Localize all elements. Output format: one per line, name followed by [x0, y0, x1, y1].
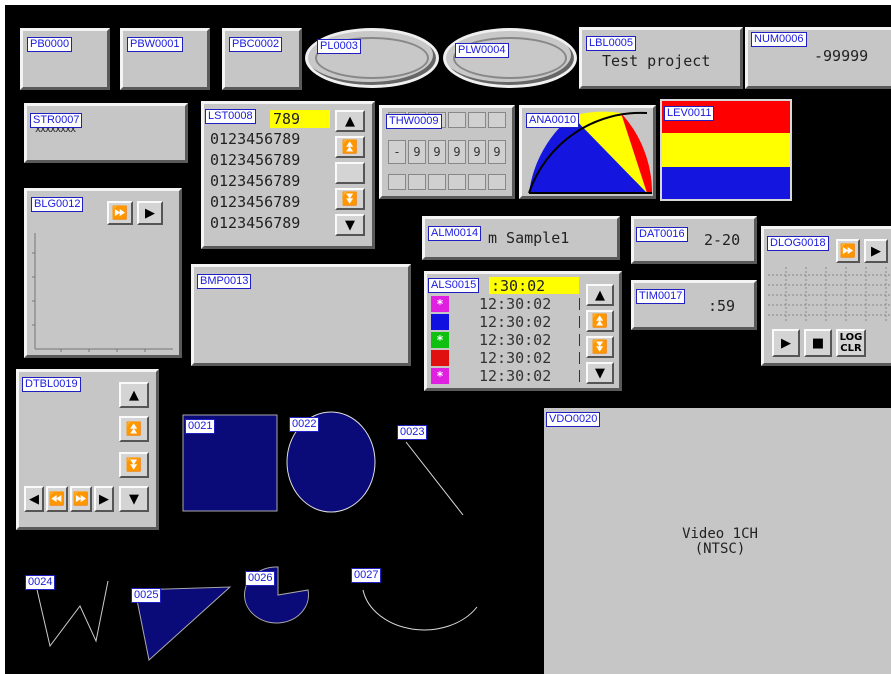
part-id-tag: 0027 — [351, 568, 382, 583]
time-display: :59 — [631, 280, 757, 330]
alarm-scroll-up-button[interactable]: ▲ — [586, 284, 614, 306]
video-line1: Video 1CH — [682, 526, 758, 542]
alarm-row-divider — [579, 298, 580, 310]
log-clear-line1: LOG — [839, 332, 863, 343]
part-id-tag: DAT0016 — [636, 227, 688, 242]
level-blue — [662, 166, 790, 199]
level-yellow — [662, 133, 790, 167]
part-id-tag: ALS0015 — [428, 278, 480, 293]
numeric-value: -99999 — [814, 47, 869, 65]
date-value: 2-20 — [704, 231, 741, 249]
log-play-button[interactable]: ▶ — [772, 329, 800, 357]
page-up-icon: ⏫ — [591, 313, 609, 329]
part-id-tag: 0025 — [131, 588, 162, 603]
log-clear-button[interactable]: LOG CLR — [836, 329, 866, 357]
label-text: Test project — [602, 52, 711, 70]
log-stop-button[interactable]: ■ — [804, 329, 832, 357]
alarm-row-divider — [579, 352, 580, 364]
part-id-tag: PL0003 — [317, 39, 361, 54]
part-id-tag: PBC0002 — [229, 37, 283, 52]
polyline-shape — [34, 580, 109, 648]
alarm-row-divider — [579, 370, 580, 382]
log-grid — [768, 267, 891, 323]
part-id-tag: LST0008 — [205, 109, 256, 124]
part-id-tag: ALM0014 — [428, 226, 482, 241]
log-forward-button[interactable]: ▶ — [864, 239, 888, 263]
up-icon: ▲ — [595, 287, 605, 303]
video-display: Video 1CH (NTSC) — [544, 408, 891, 674]
alarm-scroll-down-button[interactable]: ▼ — [586, 362, 614, 384]
part-id-tag: DTBL0019 — [22, 377, 81, 392]
alarm-page-down-button[interactable]: ⏬ — [586, 336, 614, 358]
part-id-tag: 0026 — [245, 571, 276, 586]
part-id-tag: 0022 — [289, 417, 320, 432]
part-id-tag: PBW0001 — [127, 37, 183, 52]
part-id-tag: PLW0004 — [455, 43, 509, 58]
fast-forward-icon: ⏩ — [839, 243, 857, 259]
log-clear-line2: CLR — [840, 343, 862, 354]
alarm-row-divider — [579, 316, 580, 328]
video-line2: (NTSC) — [694, 541, 746, 557]
down-icon: ▼ — [595, 365, 605, 381]
part-id-tag: VDO0020 — [546, 412, 601, 427]
part-id-tag: 0021 — [185, 419, 216, 434]
play-icon: ▶ — [781, 335, 791, 351]
log-fast-forward-button[interactable]: ⏩ — [836, 239, 860, 263]
part-id-tag: 0023 — [397, 425, 428, 440]
line-shape — [405, 441, 464, 516]
part-id-tag: PB0000 — [27, 37, 73, 52]
alarm-page-up-button[interactable]: ⏫ — [586, 310, 614, 332]
part-id-tag: LBL0005 — [586, 36, 637, 51]
part-id-tag: TIM0017 — [636, 289, 686, 304]
part-id-tag: 0024 — [25, 575, 56, 590]
part-id-tag: STR0007 — [30, 113, 83, 128]
part-id-tag: BLG0012 — [31, 197, 84, 212]
part-id-tag: NUM0006 — [751, 32, 807, 47]
part-id-tag: THW0009 — [386, 114, 442, 129]
part-id-tag: LEV0011 — [664, 106, 715, 121]
part-id-tag: DLOG0018 — [767, 236, 829, 251]
hmi-screen: PB0000 PBW0001 PBC0002 PL0003 PLW0004 Te… — [5, 5, 891, 674]
alarm-row-divider — [579, 334, 580, 346]
part-id-tag: BMP0013 — [197, 274, 252, 289]
part-id-tag: ANA0010 — [526, 113, 580, 128]
time-value: :59 — [708, 297, 736, 315]
right-icon: ▶ — [871, 243, 881, 259]
arc-shape — [362, 589, 478, 631]
stop-icon: ■ — [811, 335, 825, 351]
page-down-icon: ⏬ — [591, 339, 609, 355]
